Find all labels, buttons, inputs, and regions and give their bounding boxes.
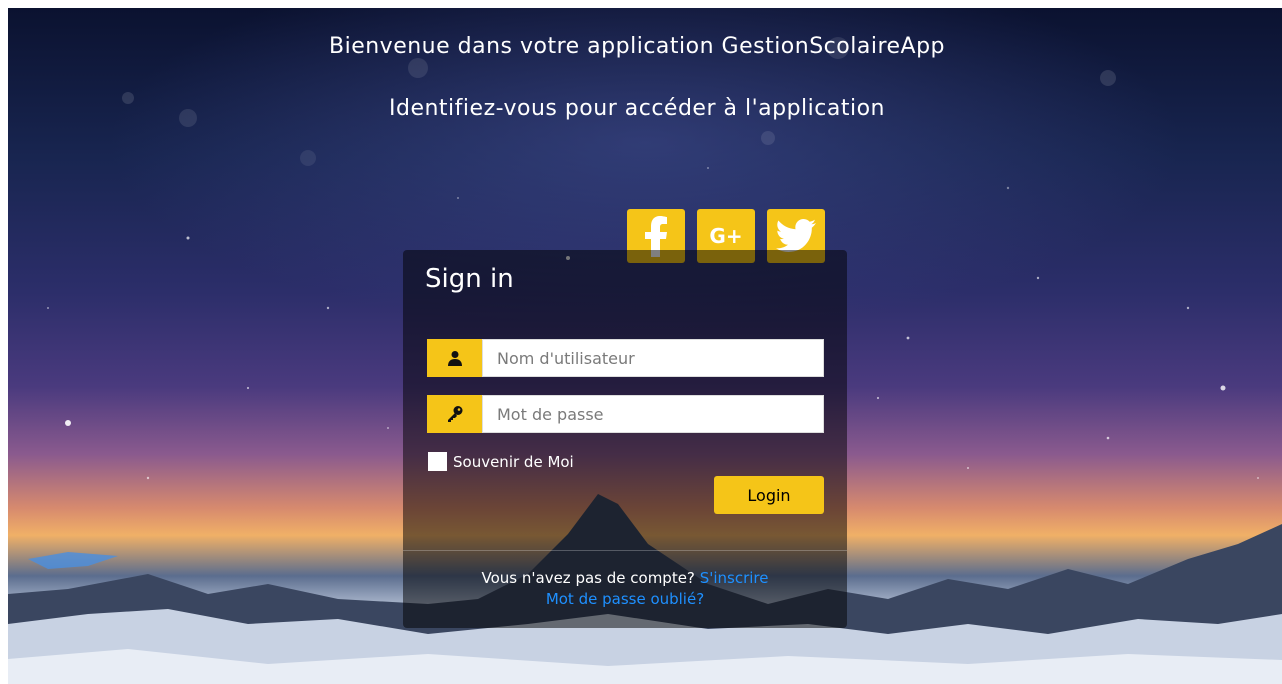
remember-me-checkbox[interactable]	[428, 452, 447, 471]
sign-in-title: Sign in	[425, 264, 514, 294]
forgot-password-link[interactable]: Mot de passe oublié?	[546, 590, 704, 608]
login-button[interactable]: Login	[714, 476, 824, 514]
signup-line: Vous n'avez pas de compte? S'inscrire	[403, 568, 847, 589]
password-addon	[427, 395, 482, 433]
footer-divider	[403, 550, 847, 551]
google-plus-icon: G+	[709, 224, 743, 248]
user-icon	[447, 351, 462, 366]
username-input[interactable]	[482, 339, 824, 377]
twitter-icon	[776, 219, 816, 252]
signup-link[interactable]: S'inscrire	[700, 569, 769, 587]
welcome-heading: Bienvenue dans votre application Gestion…	[328, 34, 946, 59]
username-addon	[427, 339, 482, 377]
login-instruction: Identifiez-vous pour accéder à l'applica…	[389, 96, 885, 121]
key-icon	[447, 406, 462, 422]
username-field-group	[427, 339, 824, 377]
no-account-text: Vous n'avez pas de compte?	[481, 569, 695, 587]
remember-me-label: Souvenir de Moi	[453, 452, 574, 471]
card-footer: Vous n'avez pas de compte? S'inscrire Mo…	[403, 568, 847, 610]
password-input[interactable]	[482, 395, 824, 433]
password-field-group	[427, 395, 824, 433]
remember-me: Souvenir de Moi	[428, 452, 574, 471]
login-card: Sign in Souvenir de Moi Login Vous n'ave…	[403, 250, 847, 628]
